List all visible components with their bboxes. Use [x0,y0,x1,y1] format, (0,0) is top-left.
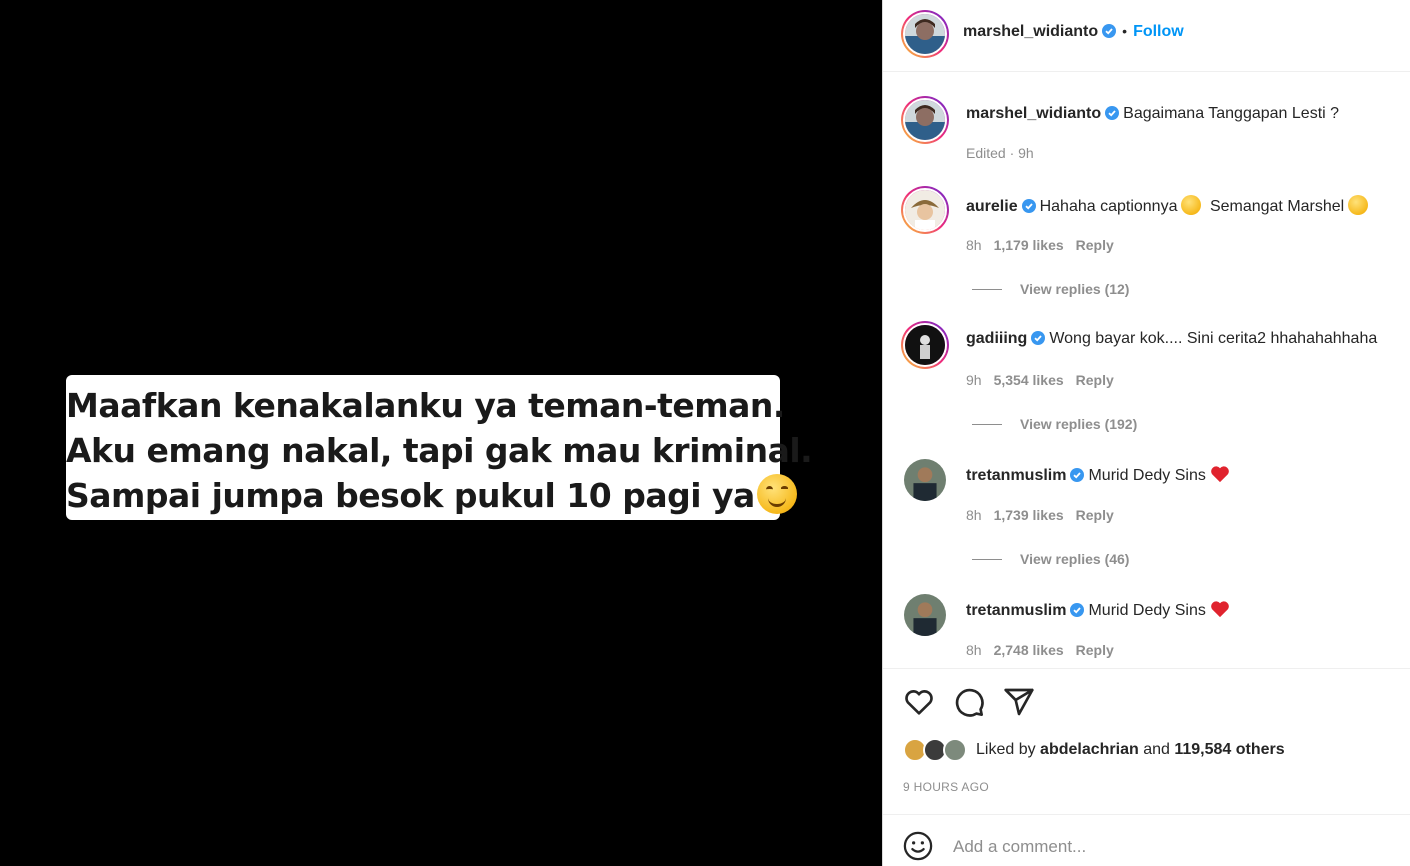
view-replies-label: View replies (192) [1020,416,1138,432]
liked-by-user[interactable]: abdelachrian [1040,741,1139,758]
comment-text: Bagaimana Tanggapan Lesti ? [1123,105,1340,122]
comment-meta: 8h 1,179 likes Reply [966,237,1126,253]
separator-dot: • [1122,23,1128,39]
post-header: marshel_widianto • Follow [883,0,1410,72]
verified-badge-icon [1031,331,1046,345]
add-comment-input[interactable] [953,829,1373,865]
comment-username[interactable]: tretanmuslim [966,602,1066,619]
verified-badge-icon [1102,24,1117,38]
comment-meta: 9h 5,354 likes Reply [966,372,1126,388]
author-photo-icon [905,14,945,54]
view-replies-button[interactable]: View replies (12) [972,281,1129,297]
commenter-avatar[interactable] [904,594,946,636]
liked-by-avatars[interactable] [903,738,973,764]
red-heart-emoji-icon [1211,466,1229,483]
verified-badge-icon [1070,603,1085,617]
verified-badge-icon [1070,468,1085,482]
hugging-face-emoji-icon [1348,195,1369,215]
comment-meta: 8h 1,739 likes Reply [966,507,1126,523]
comment-meta: 8h 2,748 likes Reply [966,642,1126,658]
commenter-photo-icon [904,594,946,636]
comment-text: Murid Dedy Sins [1088,467,1206,484]
comment-time: 9h [966,372,982,388]
replies-line [972,289,1002,290]
comment-text: Wong bayar kok.... Sini cerita2 hhahahah… [1049,330,1378,347]
comment-likes[interactable]: 1,739 likes [994,507,1064,523]
comment-bubble-icon[interactable] [953,686,985,718]
comment-text: Hahaha captionnya [1039,198,1178,215]
verified-badge-icon [1105,106,1120,120]
comment-row: gadiiing Wong bayar kok.... Sini cerita2 … [966,330,1377,348]
reply-button[interactable]: Reply [1076,507,1114,523]
reply-button[interactable]: Reply [1076,642,1114,658]
liked-by-text: Liked by abdelachrian and 119,584 others [976,741,1285,759]
liked-by-middle: and [1143,741,1170,758]
view-replies-button[interactable]: View replies (46) [972,551,1129,567]
owner-caption-row: marshel_widianto Bagaimana Tanggapan Lest… [966,105,1339,123]
view-replies-label: View replies (12) [1020,281,1130,297]
comment-time: 8h [966,507,982,523]
comment-username[interactable]: aurelie [966,198,1018,215]
commenter-photo-icon [905,325,945,365]
author-avatar[interactable] [901,10,949,58]
comment-text-2: Semangat Marshel [1209,198,1345,215]
like-heart-icon[interactable] [903,686,935,718]
author-photo-icon [905,100,945,140]
share-send-icon[interactable] [1003,686,1035,718]
comment-likes[interactable]: 5,354 likes [994,372,1064,388]
owner-avatar[interactable] [901,96,949,144]
view-replies-button[interactable]: View replies (192) [972,416,1137,432]
comment-username[interactable]: gadiiing [966,330,1027,347]
actions-divider [883,668,1410,669]
instagram-post-view: Maafkan kenakalanku ya teman-teman. Aku … [0,0,1410,866]
commenter-avatar[interactable] [901,321,949,369]
commenter-avatar[interactable] [904,459,946,501]
post-side-panel: marshel_widianto • Follow marshel_widianto… [882,0,1410,866]
view-replies-label: View replies (46) [1020,551,1130,567]
replies-line [972,424,1002,425]
comment-likes[interactable]: 1,179 likes [994,237,1064,253]
media-text-line-1: Maafkan kenakalanku ya teman-teman. [66,386,785,425]
red-heart-emoji-icon [1211,601,1229,618]
comment-row: tretanmuslim Murid Dedy Sins [966,465,1230,485]
follow-button[interactable]: Follow [1133,23,1184,40]
comment-time: 8h [966,237,982,253]
liked-by-prefix: Liked by [976,741,1036,758]
comment-username[interactable]: tretanmuslim [966,467,1066,484]
comment-username[interactable]: marshel_widianto [966,105,1101,122]
media-text-card: Maafkan kenakalanku ya teman-teman. Aku … [66,375,813,520]
replies-line [972,559,1002,560]
commenter-photo-icon [905,190,945,230]
verified-badge-icon [1021,199,1036,213]
post-media[interactable]: Maafkan kenakalanku ya teman-teman. Aku … [0,0,882,866]
add-comment-bar [883,814,1410,866]
comment-text: Murid Dedy Sins [1088,602,1206,619]
commenter-avatar[interactable] [901,186,949,234]
comment-row: tretanmuslim Murid Dedy Sins [966,600,1230,620]
edited-label: Edited · 9h [966,145,1034,161]
reply-button[interactable]: Reply [1076,237,1114,253]
reply-button[interactable]: Reply [1076,372,1114,388]
media-text-line-2: Aku emang nakal, tapi gak mau kriminal. [66,431,813,470]
grinning-sweat-emoji-icon [1181,195,1202,215]
comment-likes[interactable]: 2,748 likes [994,642,1064,658]
smiling-face-emoji-icon [756,474,797,514]
media-text-line-3-row: Sampai jumpa besok pukul 10 pagi ya [66,473,797,518]
liker-avatar-3 [943,738,967,762]
post-timestamp[interactable]: 9 HOURS AGO [903,780,989,794]
author-username[interactable]: marshel_widianto [963,23,1098,40]
comment-row: aurelie Hahaha captionnya Semangat Marshe… [966,195,1369,216]
header-user-row: marshel_widianto • Follow [963,23,1184,41]
comment-time: 8h [966,642,982,658]
emoji-picker-icon[interactable] [903,831,933,861]
media-text-line-3: Sampai jumpa besok pukul 10 pagi ya [66,476,755,515]
liked-by-count[interactable]: 119,584 others [1174,741,1284,758]
owner-caption-meta: Edited · 9h [966,145,1046,161]
commenter-photo-icon [904,459,946,501]
